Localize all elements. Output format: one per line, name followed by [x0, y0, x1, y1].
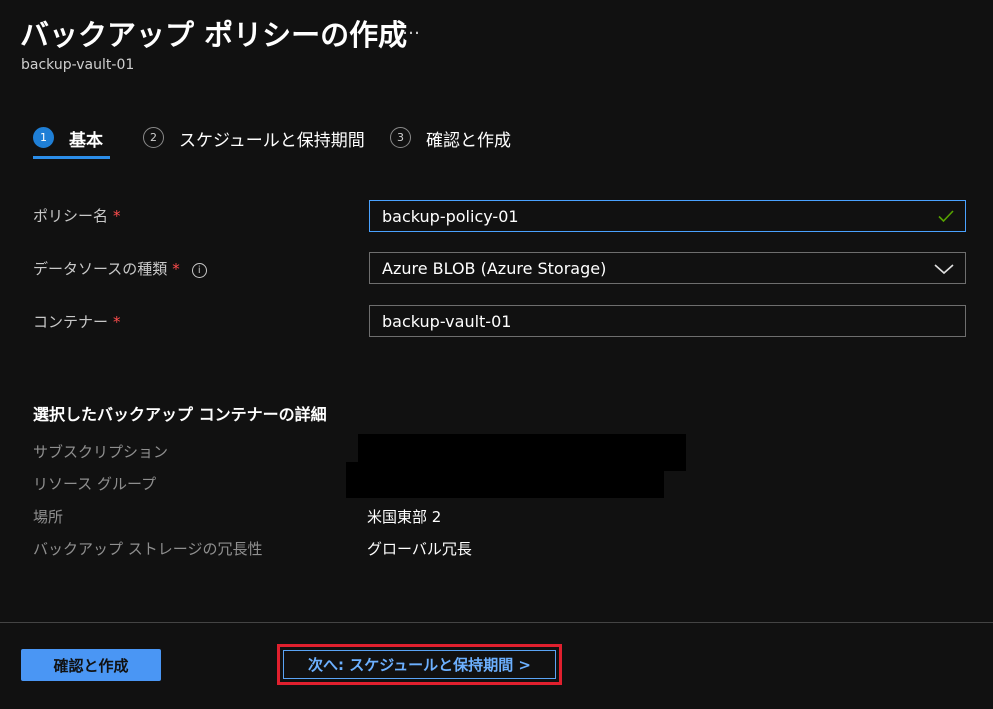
datasource-type-value: Azure BLOB (Azure Storage) [382, 258, 607, 278]
redacted-resource-group [346, 462, 664, 498]
policy-name-label: ポリシー名 * [33, 205, 121, 226]
storage-redundancy-value: グローバル冗長 [367, 540, 472, 558]
valid-check-icon [938, 210, 954, 223]
review-create-button[interactable]: 確認と作成 [21, 649, 161, 681]
next-schedule-retention-button[interactable]: 次へ: スケジュールと保持期間 > [283, 650, 556, 679]
tab-review-create-label: 確認と作成 [426, 131, 511, 151]
required-marker: * [113, 313, 121, 331]
datasource-type-label: データソースの種類 * i [33, 258, 207, 279]
tab-review-create[interactable]: 3 確認と作成 [390, 126, 511, 162]
active-tab-indicator [33, 156, 110, 159]
step-3-icon: 3 [390, 127, 411, 148]
required-marker: * [113, 207, 121, 225]
location-value: 米国東部 2 [367, 508, 442, 526]
info-icon[interactable]: i [191, 263, 207, 278]
location-label: 場所 [33, 508, 64, 526]
step-1-icon: 1 [33, 127, 54, 148]
container-label-text: コンテナー [33, 313, 109, 331]
resource-group-label: リソース グループ [33, 475, 157, 493]
create-backup-policy-page: バックアップ ポリシーの作成 … backup-vault-01 1 基本 2 … [0, 0, 993, 709]
container-label: コンテナー * [33, 311, 121, 332]
page-title: バックアップ ポリシーの作成 [20, 18, 408, 52]
tab-schedule-retention[interactable]: 2 スケジュールと保持期間 [143, 126, 365, 162]
policy-name-value: backup-policy-01 [382, 206, 519, 226]
tab-basics-label: 基本 [69, 131, 103, 151]
more-options-icon[interactable]: … [402, 18, 421, 39]
chevron-down-icon [934, 264, 954, 275]
policy-name-input[interactable]: backup-policy-01 [369, 200, 966, 232]
storage-redundancy-label: バックアップ ストレージの冗長性 [33, 540, 263, 558]
container-value: backup-vault-01 [382, 311, 512, 331]
vault-subtitle: backup-vault-01 [21, 57, 135, 73]
datasource-type-label-text: データソースの種類 [33, 260, 168, 278]
required-marker: * [172, 260, 180, 278]
tab-schedule-retention-label: スケジュールと保持期間 [179, 131, 365, 151]
vault-details-heading: 選択したバックアップ コンテナーの詳細 [33, 405, 327, 424]
datasource-type-dropdown[interactable]: Azure BLOB (Azure Storage) [369, 252, 966, 284]
container-field: backup-vault-01 [369, 305, 966, 337]
footer-divider [0, 622, 993, 623]
subscription-label: サブスクリプション [33, 443, 169, 461]
policy-name-label-text: ポリシー名 [33, 207, 109, 225]
step-2-icon: 2 [143, 127, 164, 148]
